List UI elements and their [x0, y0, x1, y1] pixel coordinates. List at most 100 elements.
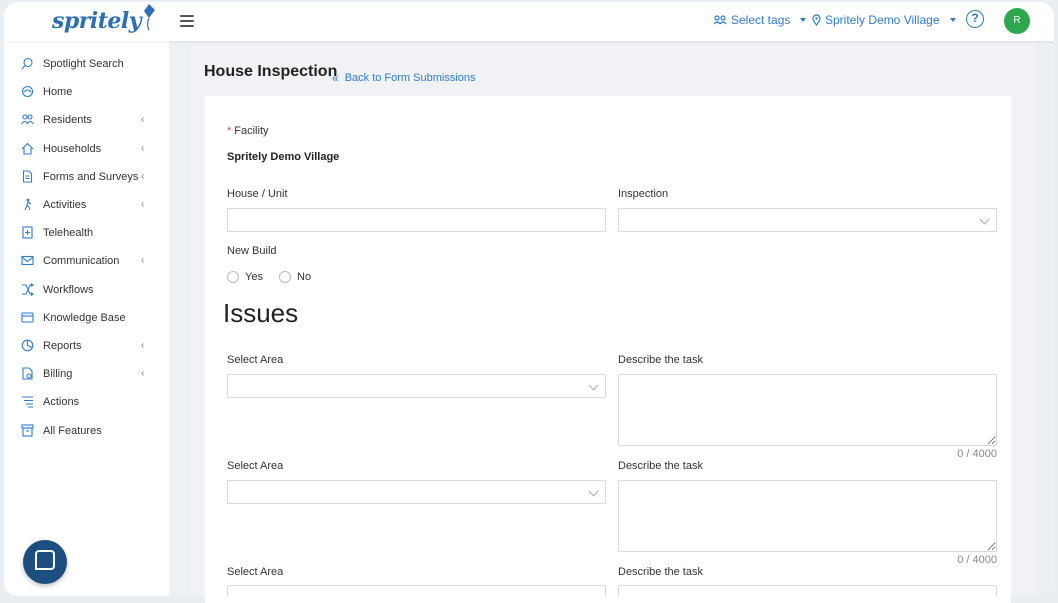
double-chevron-left-icon: « [332, 71, 339, 85]
describe-task-textarea[interactable] [618, 585, 997, 597]
sidebar-item-knowledge-base[interactable]: Knowledge Base [4, 304, 169, 332]
avatar[interactable]: R [1004, 8, 1030, 34]
chevron-left-icon: ‹ [141, 114, 145, 126]
residents-icon [21, 113, 34, 126]
sidebar-item-label: Households [43, 142, 102, 155]
sidebar-item-activities[interactable]: Activities ‹ [4, 191, 169, 219]
sidebar-item-actions[interactable]: Actions [4, 388, 169, 416]
chevron-left-icon: ‹ [141, 255, 145, 267]
location-dropdown[interactable]: Spritely Demo Village [812, 13, 956, 27]
telehealth-icon [21, 226, 34, 239]
tags-icon [714, 15, 727, 25]
sidebar-item-home[interactable]: Home [4, 78, 169, 106]
sidebar-item-label: All Features [43, 424, 102, 437]
char-counter: 0 / 4000 [957, 448, 997, 460]
caret-down-icon [949, 18, 956, 22]
select-area-label: Select Area [227, 354, 284, 366]
sidebar-item-forms-and-surveys[interactable]: Forms and Surveys ‹ [4, 163, 169, 191]
sidebar-item-billing[interactable]: Billing ‹ [4, 360, 169, 388]
billing-icon [21, 367, 34, 380]
chat-launcher-button[interactable] [23, 540, 67, 584]
help-icon[interactable]: ? [966, 10, 984, 28]
inspection-label: Inspection [618, 188, 669, 200]
sidebar-item-label: Telehealth [43, 227, 94, 240]
select-area-dropdown[interactable] [227, 480, 606, 504]
sidebar-item-label: Activities [43, 199, 87, 211]
location-label: Spritely Demo Village [825, 13, 940, 27]
top-header: spritely Select tags Spritely Demo Villa… [4, 2, 1054, 41]
sidebar-item-reports[interactable]: Reports ‹ [4, 332, 169, 360]
sidebar-item-label: Communication [43, 255, 120, 268]
workflow-icon [21, 282, 34, 296]
new-build-no-label: No [297, 271, 312, 283]
select-tags-dropdown[interactable]: Select tags [714, 13, 807, 27]
chevron-left-icon: ‹ [141, 142, 145, 154]
describe-task-label: Describe the task [618, 566, 703, 578]
home-icon [21, 85, 34, 98]
chevron-left-icon: ‹ [141, 170, 145, 182]
describe-task-textarea[interactable] [618, 374, 997, 446]
archive-icon [21, 424, 34, 437]
menu-toggle-icon[interactable] [180, 15, 194, 27]
location-pin-icon [812, 14, 821, 26]
chevron-left-icon: ‹ [141, 340, 145, 351]
sidebar-item-residents[interactable]: Residents ‹ [4, 106, 169, 134]
sidebar-item-label: Home [43, 86, 73, 99]
sidebar-item-label: Billing [43, 368, 73, 381]
logo-text: spritely [52, 8, 142, 34]
chevron-left-icon: ‹ [141, 368, 145, 380]
select-area-dropdown[interactable] [227, 585, 606, 597]
sidebar-item-label: Spotlight Search [43, 58, 124, 70]
sidebar-item-workflows[interactable]: Workflows [4, 276, 169, 304]
chevron-down-icon [588, 486, 599, 497]
inspection-select[interactable] [618, 208, 997, 232]
page-scrollbar[interactable] [1038, 45, 1050, 596]
sidebar-item-label: Forms and Surveys [43, 170, 139, 183]
sidebar-item-label: Residents [43, 114, 92, 127]
char-counter: 0 / 4000 [957, 554, 997, 566]
describe-task-label: Describe the task [618, 460, 703, 472]
back-link-label: Back to Form Submissions [344, 72, 476, 84]
chevron-down-icon [588, 380, 599, 391]
activity-icon [21, 198, 34, 211]
document-icon [21, 170, 34, 183]
issues-heading: Issues [223, 298, 299, 328]
select-area-label: Select Area [227, 566, 284, 578]
sidebar-item-households[interactable]: Households ‹ [4, 135, 169, 163]
house-unit-label: House / Unit [227, 188, 288, 200]
mail-icon [21, 254, 34, 267]
list-icon [21, 395, 34, 408]
select-tags-label: Select tags [731, 13, 791, 27]
describe-task-label: Describe the task [618, 354, 703, 366]
house-unit-input[interactable] [227, 208, 606, 232]
book-icon [21, 311, 34, 324]
sidebar-item-all-features[interactable]: All Features [4, 417, 169, 445]
sidebar-item-label: Workflows [43, 283, 94, 296]
house-icon [21, 142, 34, 155]
back-to-submissions-link[interactable]: « Back to Form Submissions [332, 71, 476, 85]
sidebar-item-label: Actions [43, 396, 80, 409]
sidebar-item-telehealth[interactable]: Telehealth [4, 219, 169, 247]
new-build-yes-radio[interactable] [227, 271, 239, 283]
chat-icon [35, 550, 55, 570]
sidebar-item-label: Knowledge Base [43, 311, 126, 324]
new-build-no-radio[interactable] [279, 271, 291, 283]
new-build-label: New Build [227, 245, 277, 257]
kite-icon [144, 4, 156, 31]
sidebar-item-communication[interactable]: Communication ‹ [4, 247, 169, 275]
facility-label: * Facility [227, 125, 269, 137]
spritely-logo[interactable]: spritely [52, 2, 157, 40]
select-area-dropdown[interactable] [227, 374, 606, 398]
required-marker: * [227, 125, 232, 137]
chevron-down-icon [979, 214, 990, 225]
chart-icon [21, 339, 34, 352]
sidebar: Spotlight Search Home Residents ‹ Households… [4, 41, 169, 596]
new-build-yes-label: Yes [245, 271, 263, 283]
caret-down-icon [800, 18, 807, 22]
chevron-left-icon: ‹ [141, 199, 145, 210]
sidebar-item-label: Reports [43, 340, 82, 352]
describe-task-textarea[interactable] [618, 480, 997, 552]
select-area-label: Select Area [227, 460, 284, 472]
sidebar-item-spotlight-search[interactable]: Spotlight Search [4, 50, 169, 78]
page-title: House Inspection [204, 63, 338, 80]
